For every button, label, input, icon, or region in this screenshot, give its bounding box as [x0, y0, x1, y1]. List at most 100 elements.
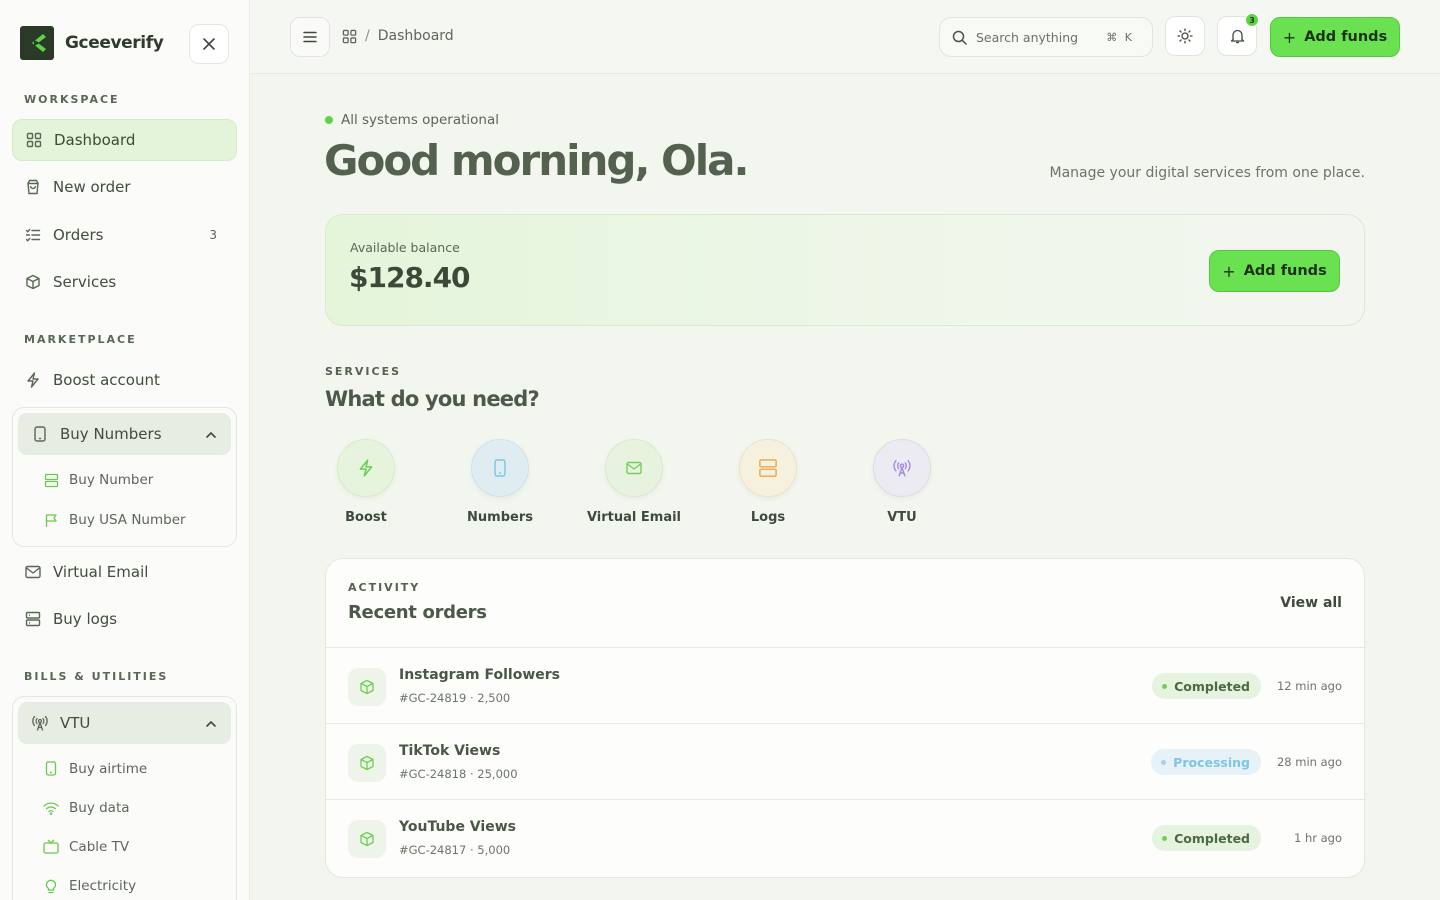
server-icon: [43, 472, 59, 488]
search-placeholder: Search anything: [976, 29, 1079, 45]
order-row[interactable]: Instagram Followers #GC-24819 · 2,500 Co…: [326, 647, 1364, 723]
service-label: Numbers: [467, 510, 533, 525]
status-text: All systems operational: [341, 112, 499, 128]
box-icon: [348, 744, 386, 782]
sidebar-item-label: Dashboard: [54, 131, 136, 149]
order-meta: #GC-24818 · 25,000: [399, 767, 518, 781]
add-funds-button[interactable]: + Add funds: [1270, 17, 1400, 57]
subitem-label: Electricity: [69, 877, 137, 894]
flag-icon: [43, 512, 59, 528]
sidebar-item-label: Buy logs: [53, 610, 118, 628]
buy-numbers-toggle[interactable]: Buy Numbers: [18, 413, 231, 455]
service-logs[interactable]: Logs: [713, 439, 823, 525]
wifi-icon: [43, 800, 59, 816]
list-check-icon: [24, 226, 42, 244]
order-name: YouTube Views: [399, 819, 516, 835]
chevron-up-icon: [205, 716, 217, 734]
sun-icon: [1177, 28, 1193, 44]
breadcrumb-current[interactable]: Dashboard: [378, 28, 454, 44]
order-row[interactable]: YouTube Views #GC-24817 · 5,000 Complete…: [326, 799, 1364, 875]
service-label: Boost: [345, 510, 387, 525]
sidebar-item-buy-logs[interactable]: Buy logs: [12, 598, 237, 640]
services-eyebrow: SERVICES: [325, 365, 402, 378]
phone-icon: [43, 761, 59, 777]
theme-toggle-button[interactable]: [1165, 16, 1205, 56]
balance-amount: $128.40: [349, 261, 471, 294]
plus-icon: +: [1222, 261, 1236, 281]
bulb-icon: [43, 878, 59, 894]
sidebar-item-new-order[interactable]: New order: [12, 166, 237, 208]
menu-toggle-button[interactable]: [290, 17, 330, 57]
top-bar: / Dashboard Search anything ⌘ K 3 + Add …: [250, 0, 1440, 74]
service-vtu[interactable]: VTU: [847, 439, 957, 525]
menu-icon: [303, 31, 317, 43]
status-badge: Completed: [1152, 825, 1261, 851]
balance-add-funds-button[interactable]: + Add funds: [1209, 250, 1340, 292]
group-label: Buy Numbers: [60, 425, 162, 443]
service-virtual-email[interactable]: Virtual Email: [579, 439, 689, 525]
antenna-icon: [31, 714, 49, 732]
sidebar-item-label: Virtual Email: [53, 563, 149, 581]
grid-icon: [342, 29, 357, 44]
section-label-marketplace: MARKETPLACE: [24, 333, 137, 346]
box-icon: [24, 273, 42, 291]
grid-icon: [25, 131, 43, 149]
subitem-label: Buy airtime: [69, 760, 148, 777]
antenna-icon: [873, 439, 931, 497]
order-time: 1 hr ago: [1293, 831, 1342, 845]
order-name: TikTok Views: [399, 743, 501, 759]
buy-numbers-group: Buy Numbers Buy Number Buy USA Number: [12, 407, 237, 547]
service-boost[interactable]: Boost: [311, 439, 421, 525]
box-icon: [348, 820, 386, 858]
add-funds-label: Add funds: [1243, 263, 1327, 279]
sidebar-subitem-buy-number[interactable]: Buy Number: [13, 460, 236, 500]
order-row[interactable]: TikTok Views #GC-24818 · 25,000 Processi…: [326, 723, 1364, 799]
search-shortcut: ⌘ K: [1106, 30, 1134, 44]
bolt-icon: [24, 371, 42, 389]
sidebar-item-virtual-email[interactable]: Virtual Email: [12, 551, 237, 593]
sidebar: Gceeverify WORKSPACE Dashboard New order…: [0, 0, 250, 900]
service-label: Virtual Email: [586, 510, 682, 525]
bell-icon: [1230, 28, 1245, 44]
database-icon: [24, 610, 42, 628]
services-title: What do you need?: [325, 387, 540, 411]
brand[interactable]: Gceeverify: [20, 26, 164, 60]
view-all-link[interactable]: View all: [1280, 595, 1342, 611]
recent-orders-title: Recent orders: [348, 602, 487, 623]
close-icon: [203, 38, 215, 50]
sidebar-item-services[interactable]: Services: [12, 261, 237, 303]
close-sidebar-button[interactable]: [189, 24, 229, 64]
brand-name: Gceeverify: [65, 33, 164, 53]
search-input[interactable]: Search anything ⌘ K: [939, 17, 1153, 57]
subitem-label: Buy USA Number: [69, 512, 186, 528]
sidebar-subitem-buy-data[interactable]: Buy data: [13, 788, 236, 827]
status-badge: Processing: [1151, 749, 1261, 775]
sidebar-item-label: Services: [53, 273, 117, 291]
sidebar-item-orders[interactable]: Orders 3: [12, 214, 237, 256]
status-dot-icon: [325, 116, 333, 124]
sidebar-subitem-buy-usa-number[interactable]: Buy USA Number: [13, 500, 236, 540]
group-label: VTU: [60, 714, 91, 732]
vtu-toggle[interactable]: VTU: [18, 702, 231, 744]
sidebar-subitem-cable-tv[interactable]: Cable TV: [13, 827, 236, 866]
sidebar-item-dashboard[interactable]: Dashboard: [12, 119, 237, 161]
notifications-button[interactable]: 3: [1217, 13, 1259, 56]
phone-icon: [31, 425, 49, 443]
mail-icon: [24, 563, 42, 581]
subitem-label: Buy Number: [69, 472, 154, 488]
breadcrumb: / Dashboard: [342, 28, 454, 44]
tv-icon: [43, 839, 59, 855]
bag-icon: [24, 178, 42, 196]
sidebar-subitem-electricity[interactable]: Electricity: [13, 866, 236, 900]
section-label-workspace: WORKSPACE: [24, 93, 120, 106]
balance-card: Available balance $128.40 + Add funds: [325, 214, 1365, 326]
order-meta: #GC-24817 · 5,000: [399, 843, 511, 857]
system-status: All systems operational: [325, 112, 499, 128]
service-label: Logs: [750, 510, 786, 525]
sidebar-item-boost-account[interactable]: Boost account: [12, 359, 237, 401]
sidebar-subitem-buy-airtime[interactable]: Buy airtime: [13, 749, 236, 788]
vtu-group: VTU Buy airtime Buy data Cable TV Electr…: [12, 696, 237, 900]
add-funds-label: Add funds: [1304, 29, 1388, 45]
service-numbers[interactable]: Numbers: [445, 439, 555, 525]
main-content: All systems operational Good morning, Ol…: [250, 74, 1440, 900]
